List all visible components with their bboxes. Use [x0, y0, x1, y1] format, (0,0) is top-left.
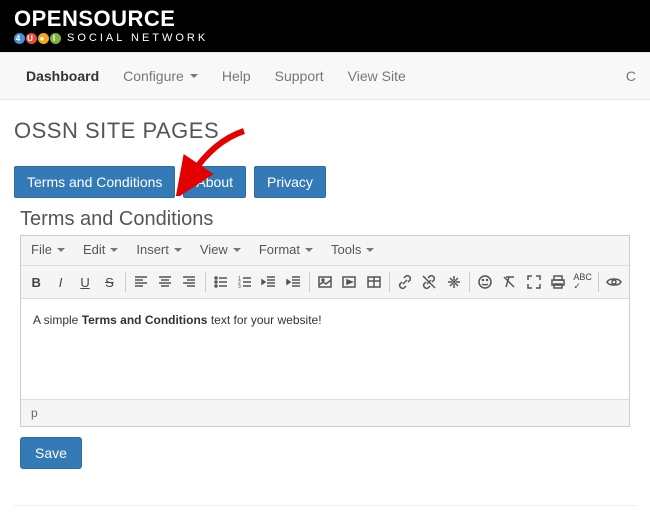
brand-sub: 4U●I SOCIAL NETWORK	[14, 32, 636, 44]
nav-right-partial: C	[614, 53, 636, 99]
indent-icon[interactable]	[283, 270, 305, 294]
page-tabs: Terms and Conditions About Privacy	[14, 166, 636, 198]
outdent-icon[interactable]	[258, 270, 280, 294]
preview-icon[interactable]	[603, 270, 625, 294]
tab-privacy[interactable]: Privacy	[254, 166, 326, 198]
italic-icon[interactable]: I	[49, 270, 71, 294]
chevron-down-icon	[57, 248, 65, 252]
page-body: OSSN SITE PAGES Terms and Conditions Abo…	[0, 100, 650, 497]
chevron-down-icon	[366, 248, 374, 252]
bottom-divider	[14, 505, 636, 506]
fullscreen-icon[interactable]	[523, 270, 545, 294]
toolbar-separator	[205, 272, 206, 292]
spellcheck-icon[interactable]: ABC✓	[571, 270, 593, 294]
menu-file[interactable]: File	[31, 242, 65, 257]
chevron-down-icon	[110, 248, 118, 252]
bullet-list-icon[interactable]	[209, 270, 231, 294]
print-icon[interactable]	[547, 270, 569, 294]
chevron-down-icon	[305, 248, 313, 252]
toolbar-separator	[309, 272, 310, 292]
svg-text:3: 3	[238, 284, 241, 290]
brand-name: OPENSOURCE	[14, 8, 636, 30]
align-right-icon[interactable]	[178, 270, 200, 294]
nav-configure[interactable]: Configure	[111, 53, 210, 99]
page-title: OSSN SITE PAGES	[14, 118, 636, 144]
anchor-icon[interactable]	[443, 270, 465, 294]
toolbar-separator	[598, 272, 599, 292]
chevron-down-icon	[233, 248, 241, 252]
image-icon[interactable]	[314, 270, 336, 294]
number-list-icon[interactable]: 123	[234, 270, 256, 294]
menu-tools[interactable]: Tools	[331, 242, 374, 257]
underline-icon[interactable]: U	[74, 270, 96, 294]
tab-about[interactable]: About	[183, 166, 246, 198]
chevron-down-icon	[190, 74, 198, 78]
bold-icon[interactable]: B	[25, 270, 47, 294]
actions-row: Save	[14, 427, 636, 479]
unlink-icon[interactable]	[418, 270, 440, 294]
media-icon[interactable]	[338, 270, 360, 294]
tab-terms[interactable]: Terms and Conditions	[14, 166, 175, 198]
brand-header: OPENSOURCE 4U●I SOCIAL NETWORK	[0, 0, 650, 52]
align-center-icon[interactable]	[154, 270, 176, 294]
brand-dots: 4U●I	[14, 33, 61, 44]
editor-toolbar: B I U S 123 ABC✓	[21, 266, 629, 299]
section-heading: Terms and Conditions	[20, 208, 636, 231]
link-icon[interactable]	[394, 270, 416, 294]
nav-help[interactable]: Help	[210, 53, 263, 99]
toolbar-separator	[125, 272, 126, 292]
align-left-icon[interactable]	[129, 270, 151, 294]
nav-view-site[interactable]: View Site	[336, 53, 418, 99]
strike-icon[interactable]: S	[98, 270, 120, 294]
emoji-icon[interactable]	[474, 270, 496, 294]
main-nav: Dashboard Configure Help Support View Si…	[0, 52, 650, 100]
toolbar-separator	[389, 272, 390, 292]
editor-status-path[interactable]: p	[21, 399, 629, 426]
nav-dashboard[interactable]: Dashboard	[14, 53, 111, 99]
table-icon[interactable]	[363, 270, 385, 294]
nav-support[interactable]: Support	[263, 53, 336, 99]
editor-menubar: File Edit Insert View Format Tools	[21, 236, 629, 266]
menu-format[interactable]: Format	[259, 242, 313, 257]
menu-edit[interactable]: Edit	[83, 242, 118, 257]
toolbar-separator	[469, 272, 470, 292]
menu-insert[interactable]: Insert	[136, 242, 182, 257]
clear-format-icon[interactable]	[498, 270, 520, 294]
save-button[interactable]: Save	[20, 437, 82, 469]
editor-content[interactable]: A simple Terms and Conditions text for y…	[21, 299, 629, 399]
wysiwyg-editor: File Edit Insert View Format Tools B I U…	[20, 235, 630, 427]
menu-view[interactable]: View	[200, 242, 241, 257]
chevron-down-icon	[174, 248, 182, 252]
